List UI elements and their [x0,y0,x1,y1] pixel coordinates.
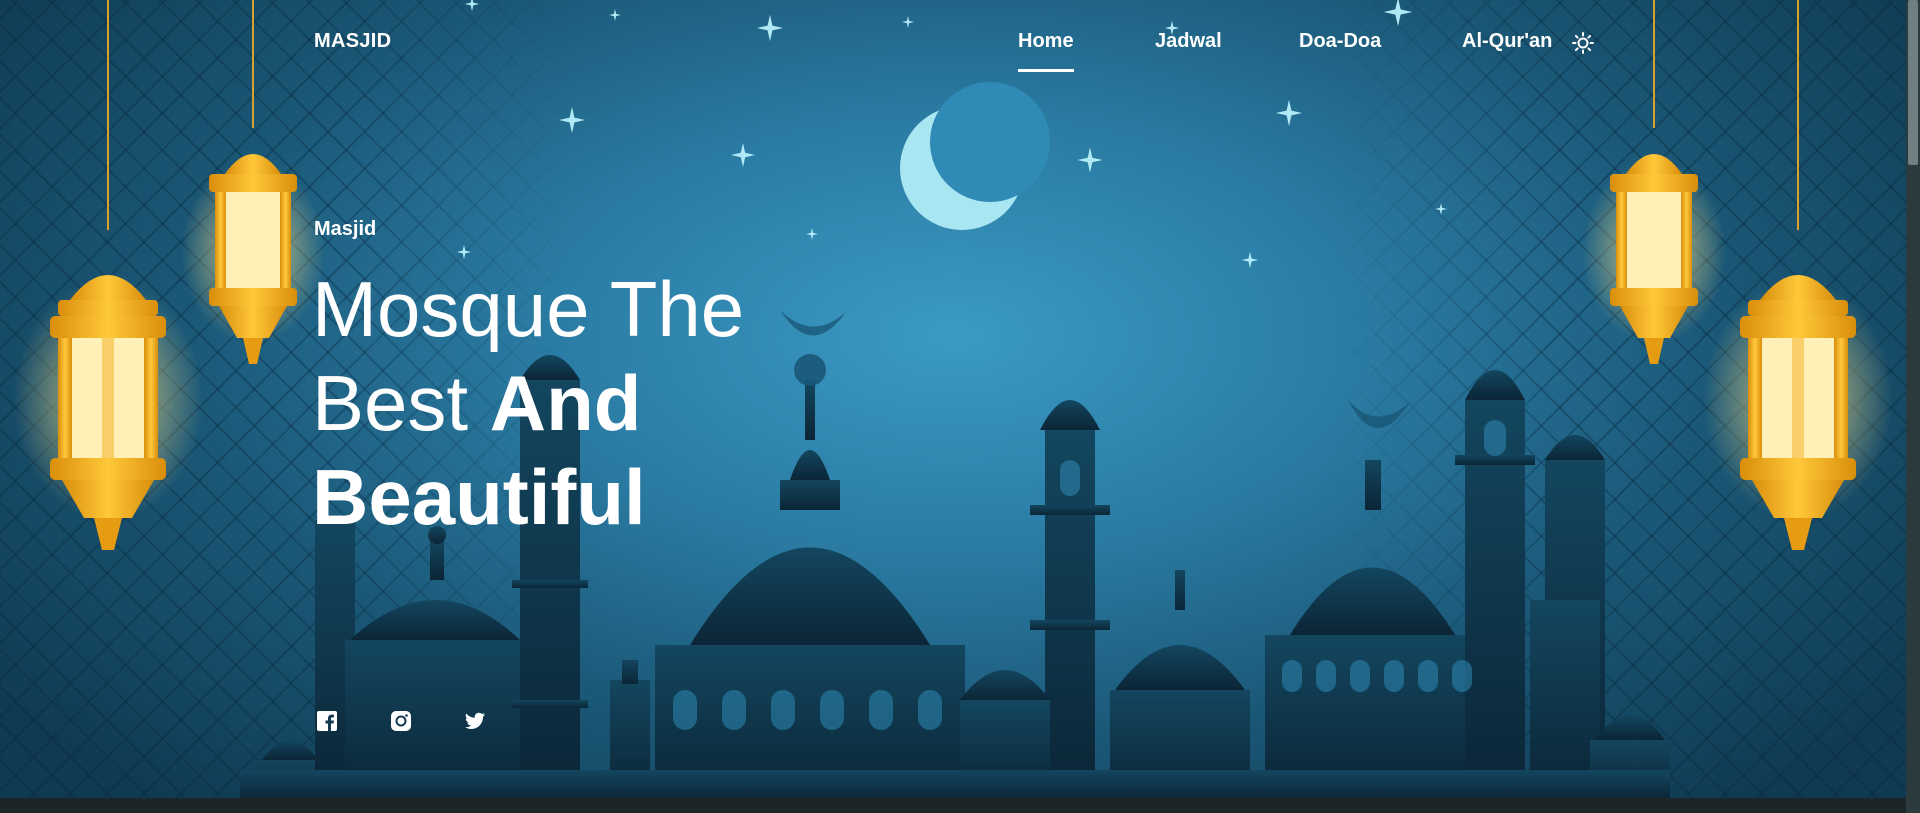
lantern-right-outer [1703,0,1893,550]
hero-headline: Mosque The Best And Beautiful [312,262,952,544]
instagram-icon[interactable] [390,710,412,732]
headline-line-3-bold: Beautiful [312,453,646,541]
hero-background: MASJID Home Jadwal Doa-Doa Al-Qur'an Mas… [0,0,1906,798]
headline-line-2-regular: Best [312,359,490,447]
hero-illustration [13,0,1893,798]
sun-icon[interactable] [1572,32,1594,54]
lantern-left-outer [13,0,203,550]
page-bottom-edge [0,798,1906,813]
facebook-icon[interactable] [316,710,338,732]
twitter-icon[interactable] [464,710,486,732]
lantern-right-inner [1582,0,1726,364]
nav-item-home[interactable]: Home [1018,30,1074,72]
brand-logo[interactable]: MASJID [314,30,391,53]
headline-line-2-bold: And [489,359,642,447]
headline-line-1: Mosque The [312,265,745,353]
nav-item-doa-doa[interactable]: Doa-Doa [1299,30,1381,53]
hero-eyebrow: Masjid [314,218,377,240]
nav-item-al-quran[interactable]: Al-Qur'an [1462,30,1552,53]
lantern-left-inner [181,0,325,364]
nav-item-jadwal[interactable]: Jadwal [1155,30,1222,53]
crescent-moon [900,82,1050,230]
scrollbar-thumb[interactable] [1908,0,1918,165]
